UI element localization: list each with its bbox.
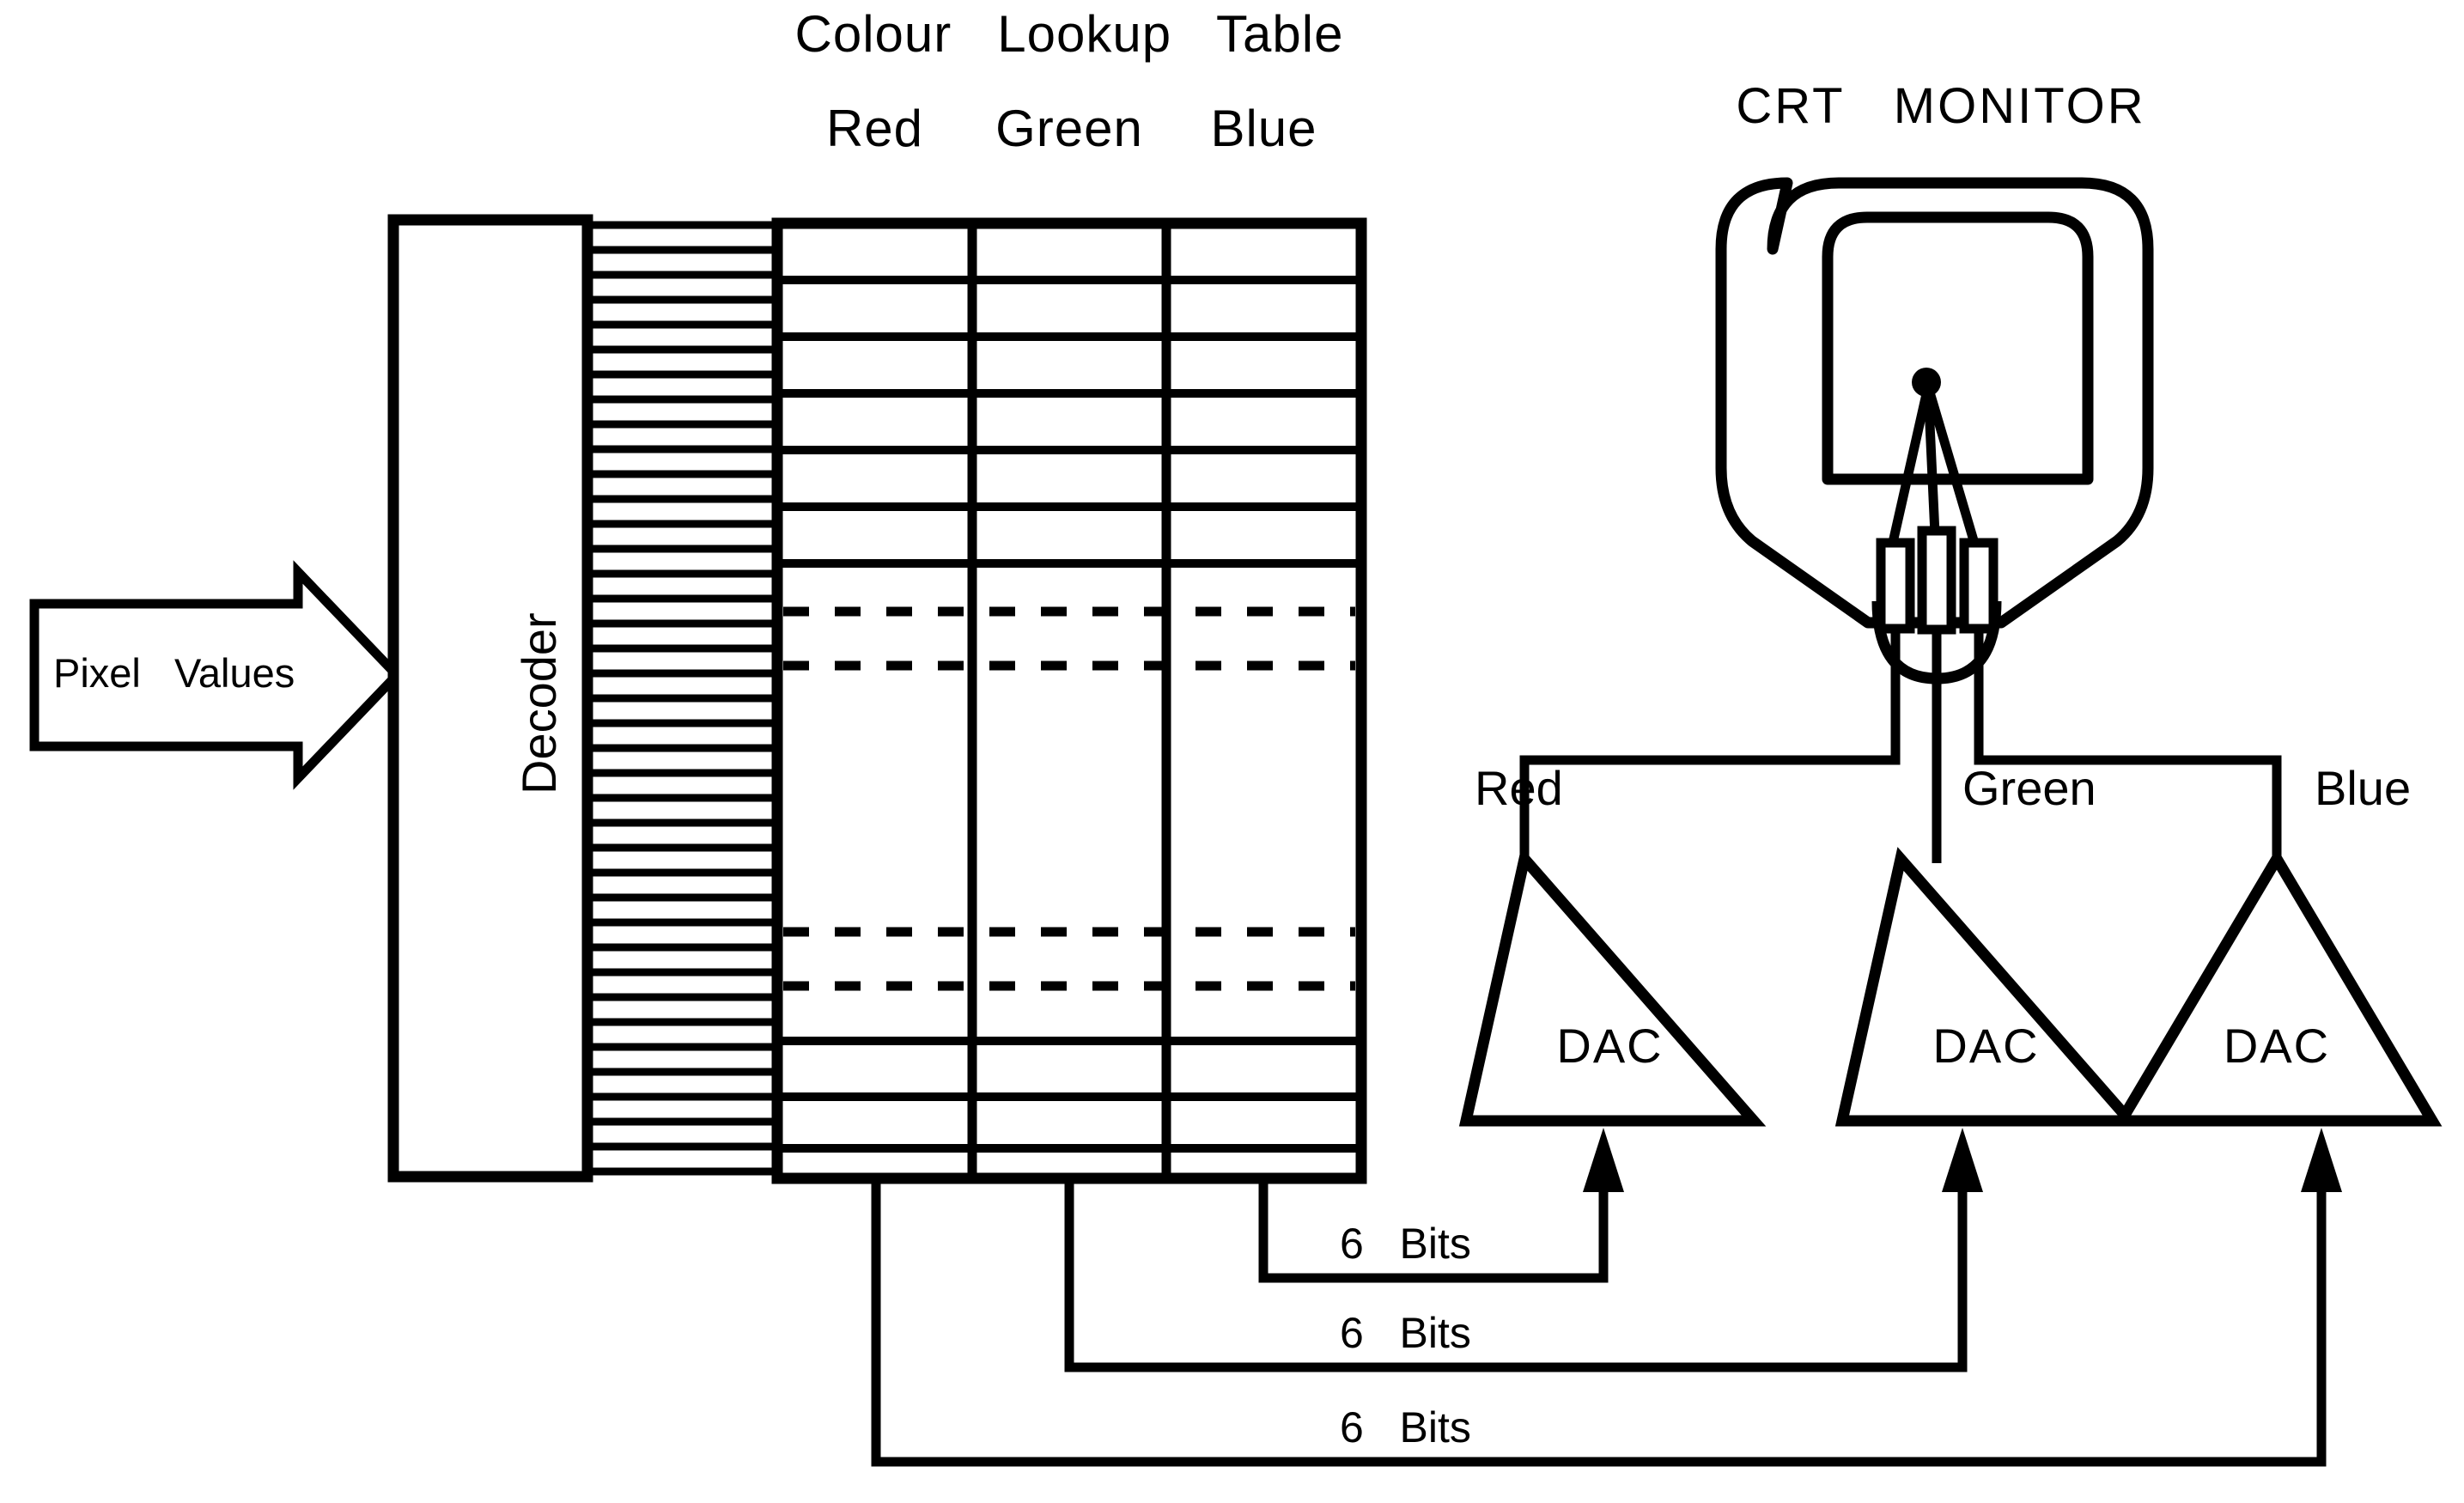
electron-gun-blue: [1959, 538, 1999, 634]
bus-label-green: 6 Bits: [1340, 1309, 1471, 1357]
beam-label-red: Red: [1475, 761, 1563, 815]
bus-label-red: 6 Bits: [1340, 1403, 1471, 1451]
electron-beams: [1887, 385, 1980, 548]
electron-gun-green: [1917, 526, 1956, 635]
bus-path-green: [1064, 1155, 1968, 1372]
diagram-vector-layer: [29, 177, 2443, 1467]
bus-arrowheads: [1583, 1128, 2342, 1192]
lookup-table-title: Colour Lookup Table: [794, 5, 1344, 63]
lookup-table-grid: [771, 217, 1367, 1184]
pixel-values-label: Pixel Values: [53, 650, 295, 696]
dac-triangles: [1458, 847, 2443, 1127]
lookup-table-column-header-blue: Blue: [1210, 100, 1317, 157]
bus-routing: [871, 1155, 2327, 1467]
crt-monitor-title: CRT MONITOR: [1736, 78, 2146, 134]
dac-label-3: DAC: [2223, 1019, 2331, 1073]
dac-triangle-1: [1458, 847, 1767, 1127]
dac-triangle-3: [2111, 848, 2443, 1127]
dac-triangle-2: [1834, 847, 2143, 1127]
beam-label-green: Green: [1962, 761, 2096, 815]
dac-label-2: DAC: [1932, 1019, 2040, 1073]
diagram-canvas: Colour Lookup Table Red Green Blue Pixel…: [0, 0, 2464, 1503]
beam-convergence-point: [1912, 368, 1941, 397]
lookup-table-column-header-green: Green: [995, 100, 1143, 157]
decoder-label: Decoder: [512, 612, 566, 794]
bus-label-blue: 6 Bits: [1340, 1220, 1471, 1268]
electron-gun-red: [1876, 538, 1915, 634]
dac-label-1: DAC: [1556, 1019, 1664, 1073]
lookup-table-column-header-red: Red: [825, 100, 924, 157]
address-bus-lines: [587, 221, 782, 1176]
beam-label-blue: Blue: [2315, 761, 2412, 815]
